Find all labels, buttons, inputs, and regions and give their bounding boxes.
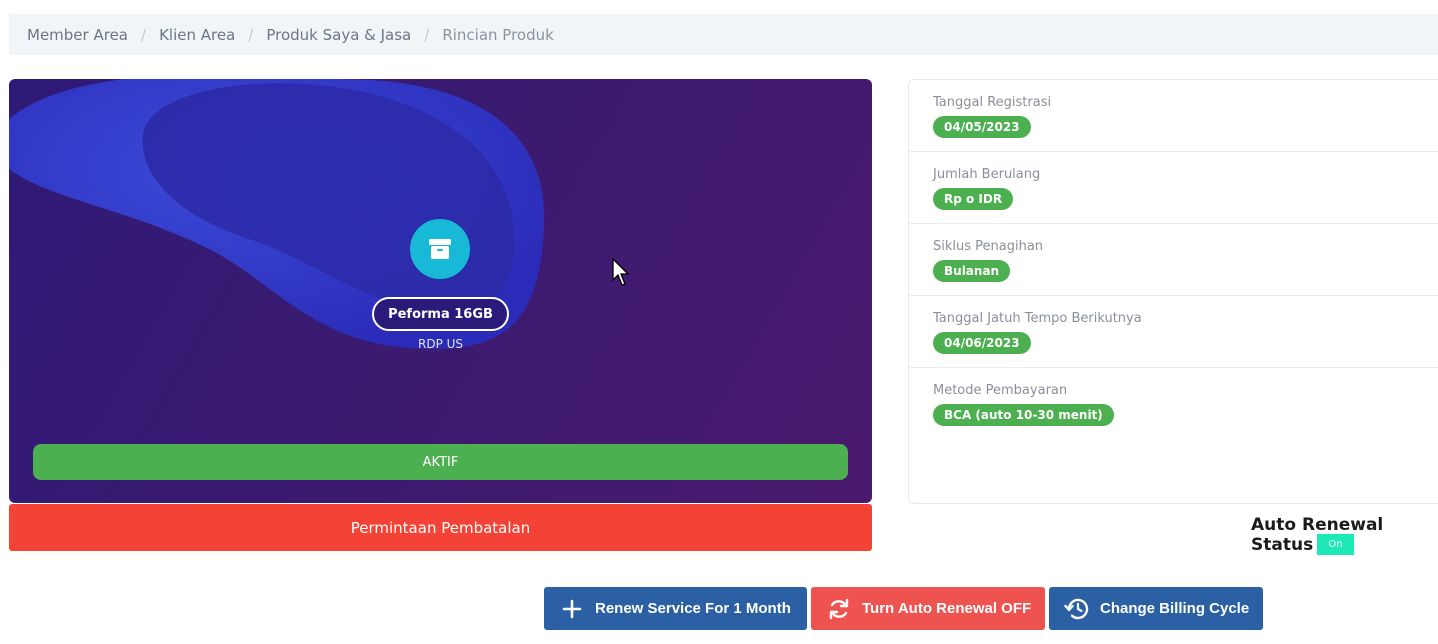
cancel-request-button[interactable]: Permintaan Pembatalan — [9, 504, 872, 551]
detail-value-badge: Bulanan — [933, 260, 1011, 282]
breadcrumb-separator: / — [141, 25, 147, 44]
detail-label: Tanggal Jatuh Tempo Berikutnya — [933, 311, 1142, 326]
auto-renewal-status-badge: On — [1317, 534, 1354, 555]
change-billing-cycle-label: Change Billing Cycle — [1100, 600, 1250, 617]
change-billing-cycle-button[interactable]: Change Billing Cycle — [1049, 587, 1263, 630]
breadcrumb-produk-saya[interactable]: Produk Saya & Jasa — [266, 26, 411, 44]
detail-row-next-due-date: Tanggal Jatuh Tempo Berikutnya 04/06/202… — [909, 296, 1438, 368]
detail-row-recurring-amount: Jumlah Berulang Rp o IDR — [909, 152, 1438, 224]
detail-value-badge: 04/06/2023 — [933, 332, 1031, 354]
detail-label: Metode Pembayaran — [933, 383, 1068, 398]
product-details-panel: Tanggal Registrasi 04/05/2023 Jumlah Ber… — [908, 79, 1438, 504]
detail-label: Tanggal Registrasi — [933, 95, 1052, 110]
breadcrumb-rincian-produk: Rincian Produk — [442, 25, 554, 44]
product-card: Peforma 16GB RDP US AKTIF — [9, 79, 872, 503]
renew-service-label: Renew Service For 1 Month — [595, 600, 791, 617]
mouse-cursor-icon — [612, 258, 630, 286]
detail-value-badge: 04/05/2023 — [933, 116, 1031, 138]
history-icon — [1064, 596, 1090, 622]
archive-box-icon — [410, 219, 470, 279]
renew-service-button[interactable]: Renew Service For 1 Month — [544, 587, 807, 630]
breadcrumb-separator: / — [248, 25, 254, 44]
breadcrumb-separator: / — [424, 25, 430, 44]
detail-row-registration-date: Tanggal Registrasi 04/05/2023 — [909, 80, 1438, 152]
detail-label: Siklus Penagihan — [933, 239, 1044, 254]
turn-auto-renewal-off-label: Turn Auto Renewal OFF — [862, 600, 1032, 617]
detail-value-badge: BCA (auto 10-30 menit) — [933, 404, 1114, 426]
detail-row-payment-method: Metode Pembayaran BCA (auto 10-30 menit) — [909, 368, 1438, 440]
turn-auto-renewal-off-button[interactable]: Turn Auto Renewal OFF — [811, 587, 1045, 630]
sync-icon — [826, 596, 852, 622]
breadcrumb-member-area[interactable]: Member Area — [27, 26, 128, 44]
breadcrumb-klien-area[interactable]: Klien Area — [159, 26, 235, 44]
product-group: RDP US — [417, 337, 464, 351]
detail-value-badge: Rp o IDR — [933, 188, 1014, 210]
status-badge: AKTIF — [33, 444, 848, 480]
hero-background-shape — [9, 79, 545, 350]
product-name: Peforma 16GB — [372, 297, 509, 331]
plus-icon — [559, 596, 585, 622]
detail-label: Jumlah Berulang — [933, 167, 1041, 182]
detail-row-billing-cycle: Siklus Penagihan Bulanan — [909, 224, 1438, 296]
breadcrumb: Member Area / Klien Area / Produk Saya &… — [9, 14, 1438, 55]
